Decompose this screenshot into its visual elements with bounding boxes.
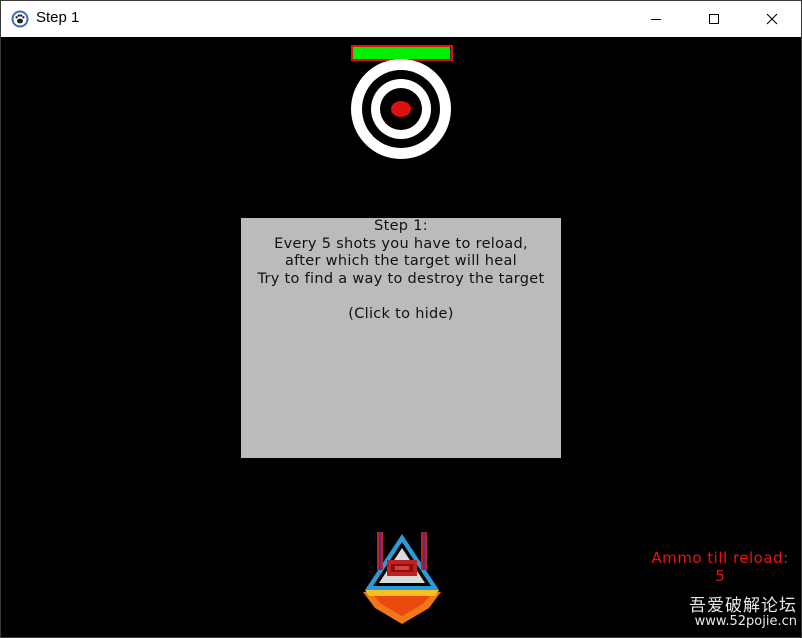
ship-left-cannon-stripe — [379, 532, 381, 570]
panel-line: Every 5 shots you have to reload, — [274, 235, 528, 252]
panel-line: Try to find a way to destroy the target — [257, 270, 545, 287]
player-ship[interactable] — [359, 530, 445, 626]
ship-engine-band — [365, 590, 439, 596]
ship-cockpit-light — [395, 566, 409, 570]
maximize-button[interactable] — [685, 1, 743, 37]
ammo-label: Ammo till reload: — [651, 549, 789, 567]
panel-heading: Step 1: — [374, 218, 428, 234]
panel-spacer — [241, 288, 561, 306]
panel-line: after which the target will heal — [284, 253, 518, 269]
game-canvas[interactable]: Step 1: Every 5 shots you have to reload… — [1, 37, 801, 637]
target-bullseye — [391, 101, 411, 117]
ship-right-cannon-stripe — [423, 532, 425, 570]
tutorial-panel[interactable]: Step 1: Every 5 shots you have to reload… — [241, 218, 561, 458]
game-window: Step 1 Step 1: Every 5 shots you have to… — [0, 0, 802, 638]
minimize-icon — [651, 19, 661, 20]
close-button[interactable] — [743, 1, 801, 37]
paw-icon — [11, 10, 29, 28]
ammo-count: 5 — [715, 567, 725, 585]
close-icon — [766, 13, 778, 25]
minimize-button[interactable] — [627, 1, 685, 37]
target[interactable] — [351, 59, 451, 159]
title-bar[interactable]: Step 1 — [1, 1, 801, 37]
click-to-hide-hint[interactable]: (Click to hide) — [241, 306, 561, 324]
health-bar-fill — [353, 47, 451, 59]
maximize-icon — [709, 14, 719, 24]
watermark-title: 吾爱破解论坛 — [689, 596, 797, 616]
window-title: Step 1 — [36, 9, 80, 26]
watermark-url: www.52pojie.cn — [694, 614, 797, 629]
